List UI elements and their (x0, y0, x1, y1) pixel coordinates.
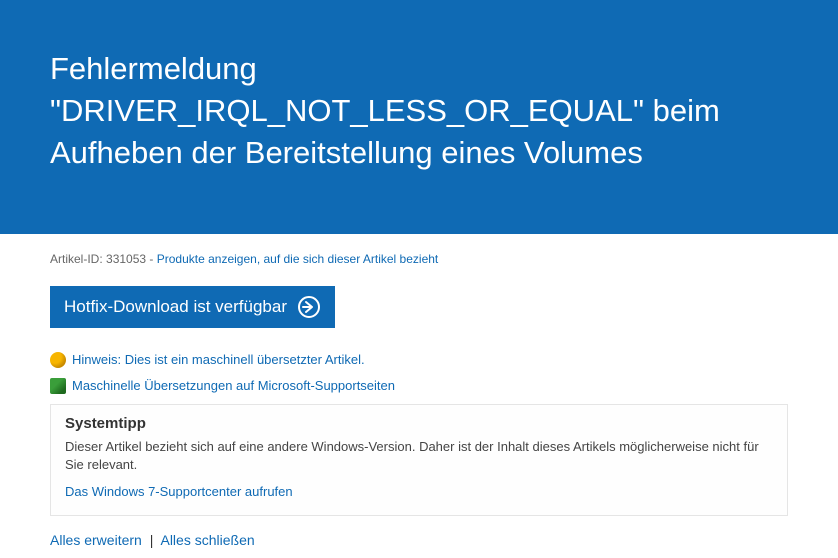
gear-icon (50, 352, 66, 368)
system-tip-body: Dieser Artikel bezieht sich auf eine and… (65, 438, 773, 476)
system-tip-box: Systemtipp Dieser Artikel bezieht sich a… (50, 404, 788, 517)
content-area: Artikel-ID: 331053 - Produkte anzeigen, … (0, 252, 838, 558)
article-id-line: Artikel-ID: 331053 - Produkte anzeigen, … (50, 252, 788, 266)
machine-translation-note: Hinweis: Dies ist ein maschinell überset… (50, 352, 788, 368)
translation-info-link[interactable]: Maschinelle Übersetzungen auf Microsoft-… (72, 378, 395, 393)
expand-collapse-controls: Alles erweitern | Alles schließen (50, 532, 788, 548)
win7-support-link[interactable]: Das Windows 7-Supportcenter aufrufen (65, 484, 293, 499)
article-id-label: Artikel-ID: (50, 252, 103, 266)
hotfix-label: Hotfix-Download ist verfügbar (64, 297, 287, 317)
machine-translation-text: Hinweis: Dies ist ein maschinell überset… (72, 352, 365, 367)
hotfix-download-button[interactable]: Hotfix-Download ist verfügbar (50, 286, 335, 328)
products-link[interactable]: Produkte anzeigen, auf die sich dieser A… (157, 252, 439, 266)
expand-all-link[interactable]: Alles erweitern (50, 532, 142, 548)
translate-icon (50, 378, 66, 394)
arrow-right-circle-icon (297, 295, 321, 319)
article-id-dash: - (149, 252, 156, 266)
translation-info-line: Maschinelle Übersetzungen auf Microsoft-… (50, 378, 788, 394)
system-tip-heading: Systemtipp (65, 415, 773, 432)
collapse-all-link[interactable]: Alles schließen (160, 532, 254, 548)
separator: | (150, 532, 154, 548)
article-id-value: 331053 (106, 252, 146, 266)
hero-banner: Fehlermeldung "DRIVER_IRQL_NOT_LESS_OR_E… (0, 0, 838, 234)
page-title: Fehlermeldung "DRIVER_IRQL_NOT_LESS_OR_E… (50, 48, 788, 174)
